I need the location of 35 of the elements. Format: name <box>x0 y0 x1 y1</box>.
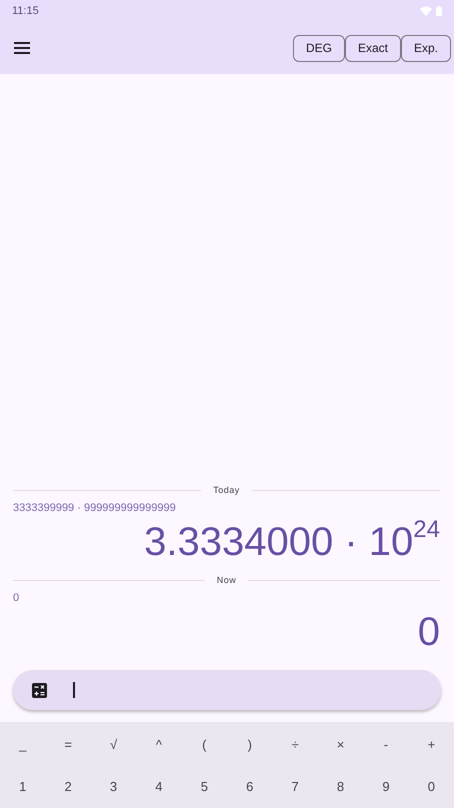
key-button[interactable]: 5 <box>182 765 228 807</box>
expression-text[interactable]: 3333399999 · 999999999999999 <box>13 502 440 514</box>
key-button[interactable]: + <box>408 723 454 765</box>
key-button[interactable]: = <box>45 723 91 765</box>
calculator-icon <box>32 682 47 698</box>
mode-button[interactable]: DEG <box>292 34 345 62</box>
key-button[interactable]: - <box>363 723 409 765</box>
key-button[interactable]: 0 <box>408 765 454 807</box>
battery-icon <box>436 6 442 16</box>
key-button[interactable]: ( <box>182 723 228 765</box>
key-button[interactable]: 8 <box>318 765 364 807</box>
mode-button[interactable]: Exp. <box>400 34 451 62</box>
key-button[interactable]: 7 <box>272 765 318 807</box>
key-button[interactable]: ÷ <box>272 723 318 765</box>
key-button[interactable]: 9 <box>363 765 409 807</box>
key-button[interactable]: × <box>318 723 364 765</box>
wifi-icon <box>420 6 432 16</box>
status-time: 11:15 <box>12 5 39 17</box>
expression-text[interactable]: 0 <box>13 592 440 604</box>
menu-icon <box>14 42 30 54</box>
key-button[interactable]: 3 <box>90 765 136 807</box>
key-button[interactable]: √ <box>90 723 136 765</box>
key-button[interactable]: 1 <box>0 765 46 807</box>
key-button[interactable]: _ <box>0 723 46 765</box>
key-button[interactable]: ^ <box>136 723 182 765</box>
input-field[interactable] <box>13 670 441 710</box>
mode-button[interactable]: Exact <box>344 34 401 62</box>
date-label: Now <box>216 575 236 585</box>
key-button[interactable]: ) <box>227 723 272 765</box>
key-button[interactable]: 4 <box>136 765 182 807</box>
key-button[interactable]: 2 <box>45 765 91 807</box>
key-button[interactable]: 6 <box>227 765 272 807</box>
result-text[interactable]: 0 <box>13 608 440 656</box>
date-label: Today <box>213 485 240 495</box>
result-text[interactable]: 3.3334000 · 10$^{24}$ <box>13 518 440 566</box>
